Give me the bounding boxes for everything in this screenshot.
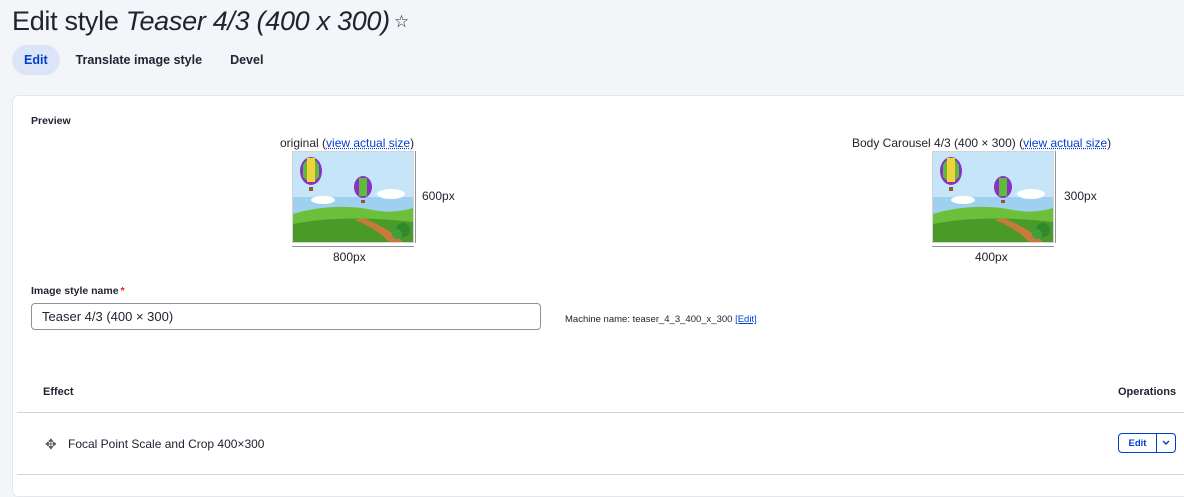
- original-height-indicator: [415, 151, 416, 243]
- derivative-height-indicator: [1055, 151, 1056, 243]
- tab-edit[interactable]: Edit: [12, 45, 60, 75]
- derivative-width-indicator: [932, 246, 1054, 247]
- original-caption: original (view actual size): [280, 136, 415, 150]
- table-row-divider: [17, 474, 1184, 475]
- primary-tabs: Edit Translate image style Devel: [12, 45, 275, 75]
- original-preview-image[interactable]: [292, 151, 414, 243]
- image-style-name-input[interactable]: Teaser 4/3 (400 × 300): [31, 303, 541, 330]
- original-height-label: 600px: [422, 189, 455, 203]
- derivative-height-label: 300px: [1064, 189, 1097, 203]
- machine-name-edit-link[interactable]: [Edit]: [735, 314, 757, 325]
- operations-column-header: Operations: [1118, 386, 1177, 398]
- tab-devel[interactable]: Devel: [218, 45, 275, 75]
- page-title: Edit style Teaser 4/3 (400 x 300) ☆: [12, 6, 409, 37]
- original-view-actual-size-link[interactable]: view actual size: [326, 136, 410, 150]
- derivative-view-actual-size-link[interactable]: view actual size: [1023, 136, 1107, 150]
- effect-edit-button[interactable]: Edit: [1119, 434, 1156, 452]
- original-width-indicator: [292, 246, 414, 247]
- title-prefix: Edit style: [12, 6, 119, 36]
- required-marker: *: [120, 285, 125, 297]
- balloon-landscape-image: [293, 152, 413, 242]
- image-style-name-label: Image style name *: [31, 285, 125, 297]
- tab-translate-image-style[interactable]: Translate image style: [64, 45, 214, 75]
- machine-name: Machine name: teaser_4_3_400_x_300 [Edit…: [565, 314, 757, 325]
- derivative-width-label: 400px: [975, 250, 1008, 264]
- derivative-preview-image[interactable]: [932, 151, 1054, 243]
- drag-handle-icon[interactable]: ✥: [45, 436, 57, 453]
- original-width-label: 800px: [333, 250, 366, 264]
- image-style-form: Preview original (view actual size) 600p…: [12, 95, 1184, 497]
- chevron-down-icon: [1162, 440, 1170, 445]
- title-style-name: Teaser 4/3 (400 x 300): [125, 6, 390, 36]
- star-icon[interactable]: ☆: [394, 12, 409, 31]
- effect-column-header: Effect: [43, 386, 74, 398]
- effect-name: Focal Point Scale and Crop 400×300: [68, 437, 265, 451]
- balloon-landscape-image: [933, 152, 1053, 242]
- table-header-divider: [17, 412, 1184, 413]
- preview-label: Preview: [31, 115, 71, 127]
- derivative-caption: Body Carousel 4/3 (400 × 300) (view actu…: [852, 136, 1112, 150]
- effect-operations: Edit: [1118, 433, 1176, 453]
- operations-dropdown-toggle[interactable]: [1156, 434, 1175, 452]
